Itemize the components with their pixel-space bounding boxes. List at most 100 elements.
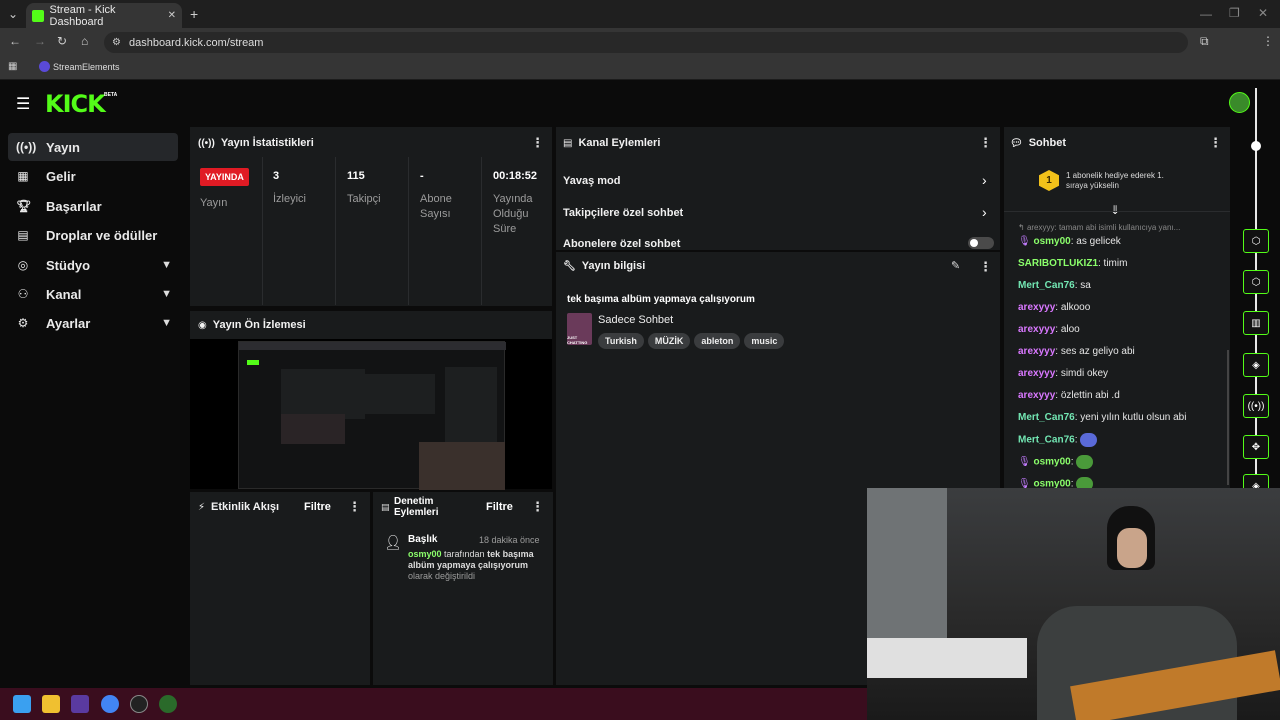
windows-start-icon[interactable]	[13, 695, 31, 713]
followers-value: 115	[347, 170, 365, 182]
preview-chat-thumb	[445, 367, 497, 443]
webcam-keyboard	[867, 638, 1027, 678]
category-name[interactable]: Sadece Sohbet	[598, 314, 673, 326]
followers-only-row[interactable]: Takipçilere özel sohbet	[563, 207, 683, 219]
uptime-value: 00:18:52	[493, 170, 538, 182]
moderation-filter-button[interactable]: Filtre	[486, 501, 513, 513]
activity-filter-button[interactable]: Filtre	[304, 501, 331, 513]
mod-entry-time: 18 dakika önce	[479, 535, 540, 545]
hamburger-menu-icon[interactable]: ☰	[16, 94, 30, 114]
apps-grid-icon[interactable]: ▦	[8, 62, 17, 72]
close-window-icon[interactable]: ✕	[1258, 7, 1268, 19]
mod-entry-user[interactable]: osmy00	[408, 549, 442, 559]
sidebar-item-studyo[interactable]: ◎ Stüdyo ▼	[8, 251, 178, 279]
chevron-right-icon[interactable]: ›	[982, 204, 987, 220]
broadcast-icon: ((•))	[198, 137, 215, 149]
divider	[408, 157, 409, 305]
moderation-menu-icon[interactable]: ⋮	[531, 499, 544, 515]
chat-text: simdi okey	[1058, 368, 1109, 379]
chat-username[interactable]: osmy00	[1033, 457, 1070, 468]
preview-player[interactable]	[190, 339, 552, 490]
sidebar-item-basarilar[interactable]: 🏆︎ Başarılar	[8, 192, 178, 220]
mic-badge-icon: 🎙︎	[1018, 456, 1031, 468]
new-tab-button[interactable]: +	[190, 7, 198, 21]
broadcast-icon: ((•))	[16, 140, 37, 154]
extensions-icon[interactable]: ⧉	[1200, 35, 1209, 47]
chat-menu-icon[interactable]: ⋮	[1209, 135, 1222, 151]
activity-menu-icon[interactable]: ⋮	[348, 499, 361, 515]
info-menu-icon[interactable]: ⋮	[979, 259, 992, 275]
collapse-arrow-icon[interactable]: ⇓	[1110, 203, 1120, 217]
back-icon[interactable]: ←	[9, 35, 21, 47]
panel-title-text: Yayın Ön İzlemesi	[212, 319, 306, 331]
tag-chip: music	[744, 333, 785, 349]
kick-favicon-icon	[32, 9, 44, 22]
sidebar-item-gelir[interactable]: ▦ Gelir	[8, 162, 178, 190]
stream-preview-title: ◉ Yayın Ön İzlemesi	[198, 319, 306, 331]
maximize-icon[interactable]: ❐	[1229, 7, 1240, 19]
chevron-down-icon[interactable]: ▼	[161, 259, 172, 271]
chevron-right-icon[interactable]: ›	[982, 172, 987, 188]
chat-username[interactable]: arexyyy	[1018, 346, 1055, 357]
bookmark-label[interactable]: StreamElements	[53, 62, 120, 72]
obs-icon[interactable]	[130, 695, 148, 713]
close-tab-icon[interactable]: ✕	[168, 10, 176, 21]
chevron-down-icon[interactable]: ▼	[161, 317, 172, 329]
subscribers-only-toggle[interactable]	[968, 237, 994, 249]
chat-message: 🎙︎ osmy00: as gelicek	[1018, 236, 1121, 247]
sidebar-item-droplar[interactable]: ▤ Droplar ve ödüller	[8, 221, 178, 249]
browser-tab[interactable]: Stream - Kick Dashboard ✕	[26, 3, 182, 28]
rail-dock-icon[interactable]: ✥	[1243, 435, 1269, 459]
minimize-icon[interactable]: —	[1200, 8, 1212, 20]
kick-logo[interactable]: KICK	[45, 90, 106, 118]
rail-dock-icon[interactable]: ◈	[1243, 353, 1269, 377]
address-bar[interactable]: ⚙ dashboard.kick.com/stream	[104, 32, 1188, 53]
site-info-icon[interactable]: ⚙	[112, 37, 121, 48]
chat-username[interactable]: osmy00	[1033, 236, 1070, 247]
chat-username[interactable]: Mert_Can76	[1018, 280, 1075, 291]
rail-dock-icon[interactable]: ((•))	[1243, 394, 1269, 418]
sidebar-item-label: Başarılar	[46, 198, 102, 214]
rail-node[interactable]	[1251, 141, 1261, 151]
chrome-icon[interactable]	[101, 695, 119, 713]
forward-icon[interactable]: →	[34, 35, 46, 47]
edit-pencil-icon[interactable]: ✎	[951, 259, 960, 272]
sidebar-item-label: Yayın	[46, 139, 80, 155]
chat-username[interactable]: Mert_Can76	[1018, 412, 1075, 423]
tab-search-icon[interactable]: ⌄	[8, 8, 18, 20]
chat-message: Mert_Can76: yeni yılın kutlu olsun abi	[1018, 412, 1187, 423]
home-icon[interactable]: ⌂	[81, 35, 88, 47]
uptime-label-3: Süre	[493, 223, 517, 235]
chat-username[interactable]: Mert_Can76	[1018, 435, 1075, 446]
chat-scrollbar[interactable]	[1227, 350, 1229, 485]
chat-text: timim	[1100, 258, 1128, 269]
chat-message: arexyyy: alkooo	[1018, 302, 1091, 313]
kick-app-icon[interactable]	[159, 695, 177, 713]
live-app-icon[interactable]	[71, 695, 89, 713]
moderation-title-1: Denetim	[394, 496, 434, 507]
trophy-icon: 🏆︎	[16, 199, 32, 213]
sidebar-item-label: Gelir	[46, 168, 76, 184]
viewers-label: İzleyici	[273, 193, 307, 205]
chat-username[interactable]: arexyyy	[1018, 302, 1055, 313]
sidebar-item-yayin[interactable]: ((•)) Yayın	[8, 133, 178, 161]
chat-username[interactable]: SARIBOTLUKIZ1	[1018, 258, 1098, 269]
actions-menu-icon[interactable]: ⋮	[979, 135, 992, 151]
chat-username[interactable]: arexyyy	[1018, 368, 1055, 379]
file-explorer-icon[interactable]	[42, 695, 60, 713]
chat-username[interactable]: arexyyy	[1018, 324, 1055, 335]
browser-menu-icon[interactable]: ⋮	[1262, 35, 1274, 47]
mod-entry-body: osmy00 tarafından tek başıma albüm yapma…	[408, 549, 548, 582]
rail-dock-icon[interactable]: ▥	[1243, 311, 1269, 335]
chat-username[interactable]: arexyyy	[1018, 390, 1055, 401]
chevron-down-icon[interactable]: ▼	[161, 288, 172, 300]
stats-menu-icon[interactable]: ⋮	[531, 135, 544, 151]
user-avatar[interactable]	[1229, 92, 1250, 113]
sidebar-item-ayarlar[interactable]: ⚙ Ayarlar ▼	[8, 309, 178, 337]
reload-icon[interactable]: ↻	[57, 35, 67, 47]
rail-dock-icon[interactable]: ⬡	[1243, 270, 1269, 294]
sidebar-item-kanal[interactable]: ⚇ Kanal ▼	[8, 280, 178, 308]
viewers-value: 3	[273, 170, 280, 182]
rail-dock-icon[interactable]: ⬡	[1243, 229, 1269, 253]
slow-mode-row[interactable]: Yavaş mod	[563, 175, 620, 187]
